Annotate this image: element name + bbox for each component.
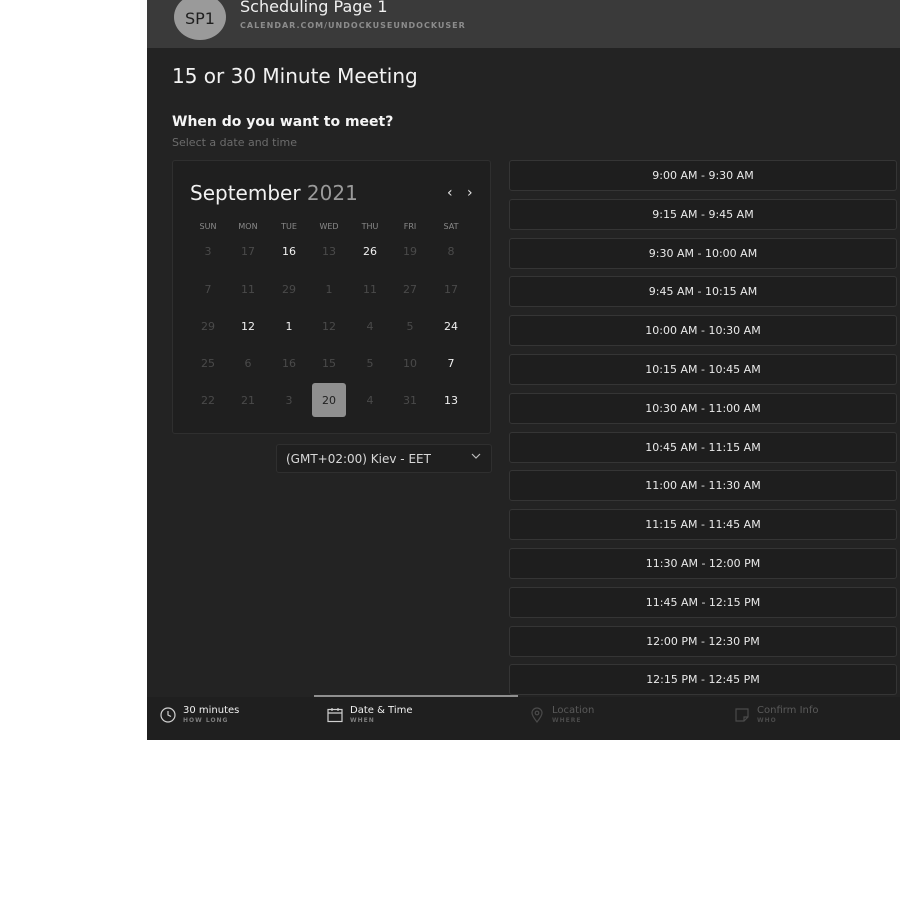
calendar-day: 8 bbox=[447, 244, 455, 258]
calendar-day: 3 bbox=[285, 393, 293, 407]
calendar-month-label: September 2021 bbox=[190, 181, 358, 205]
step-title: 30 minutes bbox=[183, 705, 240, 716]
calendar-day: 6 bbox=[244, 356, 252, 370]
time-slot-button[interactable]: 10:15 AM - 10:45 AM bbox=[509, 354, 897, 385]
time-slot-button[interactable]: 9:30 AM - 10:00 AM bbox=[509, 237, 897, 269]
calendar-icon bbox=[327, 707, 343, 722]
calendar-day[interactable]: 7 bbox=[434, 346, 468, 380]
step-title: Location bbox=[552, 705, 595, 716]
scheduling-app: SP1 Scheduling Page 1 CALENDAR.COM/UNDOC… bbox=[147, 0, 900, 740]
weekday-label: WED bbox=[319, 222, 339, 231]
question-subtitle: Select a date and time bbox=[172, 136, 298, 149]
calendar-day: 13 bbox=[322, 244, 336, 258]
weekday-label: SUN bbox=[199, 222, 217, 231]
calendar-day[interactable]: 16 bbox=[272, 234, 306, 268]
time-slot-button[interactable]: 10:00 AM - 10:30 AM bbox=[509, 315, 897, 347]
calendar-day: 22 bbox=[201, 393, 215, 407]
calendar-day: 15 bbox=[322, 356, 336, 370]
header: SP1 Scheduling Page 1 CALENDAR.COM/UNDOC… bbox=[147, 0, 900, 48]
meeting-title: 15 or 30 Minute Meeting bbox=[172, 64, 418, 88]
year-name: 2021 bbox=[306, 181, 358, 205]
calendar-day: 11 bbox=[241, 282, 255, 296]
clock-icon bbox=[160, 706, 176, 723]
step-title: Confirm Info bbox=[757, 705, 819, 716]
step-duration[interactable]: 30 minutes HOW LONG bbox=[159, 705, 239, 724]
calendar-day[interactable]: 12 bbox=[231, 309, 265, 343]
calendar: September 2021 ‹ › SUN MON TUE WED THU FRI SAT… bbox=[172, 160, 491, 434]
calendar-day: 21 bbox=[241, 393, 255, 407]
step-subtitle: WHEN bbox=[350, 717, 375, 724]
chevron-right-icon: › bbox=[467, 185, 473, 201]
page-name: Scheduling Page 1 bbox=[240, 0, 388, 16]
page-url: CALENDAR.COM/UNDOCKUSEUNDOCKUSER bbox=[240, 21, 466, 30]
chevron-down-icon bbox=[470, 450, 482, 465]
step-subtitle: WHERE bbox=[552, 717, 582, 724]
calendar-day: 11 bbox=[363, 282, 377, 296]
note-icon bbox=[735, 707, 749, 722]
time-slot-button[interactable]: 11:45 AM - 12:15 PM bbox=[509, 586, 897, 618]
calendar-day: 19 bbox=[403, 244, 417, 258]
step-confirm-info[interactable]: Confirm Info WHO bbox=[733, 705, 819, 724]
avatar: SP1 bbox=[174, 0, 226, 40]
chevron-left-icon: ‹ bbox=[447, 185, 453, 201]
calendar-day[interactable]: 24 bbox=[434, 309, 468, 343]
time-slot-button[interactable]: 10:30 AM - 11:00 AM bbox=[509, 392, 897, 424]
calendar-day: 16 bbox=[282, 356, 296, 370]
calendar-day[interactable]: 26 bbox=[353, 234, 387, 268]
calendar-day: 5 bbox=[366, 356, 374, 370]
timezone-select[interactable]: (GMT+02:00) Kiev - EET bbox=[276, 444, 492, 473]
time-slot-button[interactable]: 12:00 PM - 12:30 PM bbox=[509, 625, 897, 657]
calendar-day: 4 bbox=[366, 393, 374, 407]
step-subtitle: HOW LONG bbox=[183, 717, 229, 724]
calendar-day: 12 bbox=[322, 319, 336, 333]
timezone-label: (GMT+02:00) Kiev - EET bbox=[286, 452, 431, 466]
time-slot-button[interactable]: 11:00 AM - 11:30 AM bbox=[509, 470, 897, 502]
next-month-button[interactable]: › bbox=[467, 185, 473, 201]
step-footer: 30 minutes HOW LONG Date & Time WHEN Loc… bbox=[147, 697, 900, 740]
time-slot-button[interactable]: 9:00 AM - 9:30 AM bbox=[509, 160, 897, 191]
calendar-day: 29 bbox=[282, 282, 296, 296]
question-heading: When do you want to meet? bbox=[172, 114, 394, 130]
calendar-day[interactable]: 1 bbox=[272, 309, 306, 343]
calendar-day: 3 bbox=[204, 244, 212, 258]
calendar-day: 29 bbox=[201, 319, 215, 333]
time-slot-button[interactable]: 11:15 AM - 11:45 AM bbox=[509, 509, 897, 541]
weekday-label: THU bbox=[361, 222, 379, 231]
weekday-label: SAT bbox=[443, 222, 459, 231]
month-name: September bbox=[190, 181, 301, 205]
calendar-day: 7 bbox=[204, 282, 212, 296]
calendar-day: 1 bbox=[325, 282, 333, 296]
weekday-label: TUE bbox=[281, 222, 297, 231]
calendar-day: 31 bbox=[403, 393, 417, 407]
calendar-day: 25 bbox=[201, 356, 215, 370]
calendar-day: 17 bbox=[241, 244, 255, 258]
time-slot-button[interactable]: 10:45 AM - 11:15 AM bbox=[509, 431, 897, 463]
calendar-day: 10 bbox=[403, 356, 417, 370]
time-slot-button[interactable]: 9:15 AM - 9:45 AM bbox=[509, 198, 897, 230]
step-title: Date & Time bbox=[350, 705, 413, 716]
calendar-day-selected[interactable]: 20 bbox=[312, 383, 346, 417]
step-date-time[interactable]: Date & Time WHEN bbox=[326, 705, 413, 724]
calendar-day[interactable]: 13 bbox=[434, 383, 468, 417]
weekday-label: MON bbox=[238, 222, 258, 231]
time-slot-button[interactable]: 12:15 PM - 12:45 PM bbox=[509, 664, 897, 696]
time-slot-button[interactable]: 9:45 AM - 10:15 AM bbox=[509, 276, 897, 308]
calendar-day: 4 bbox=[366, 319, 374, 333]
step-location[interactable]: Location WHERE bbox=[528, 705, 594, 724]
calendar-day: 17 bbox=[444, 282, 458, 296]
weekday-label: FRI bbox=[403, 222, 417, 231]
time-slot-button[interactable]: 11:30 AM - 12:00 PM bbox=[509, 548, 897, 579]
calendar-day: 5 bbox=[406, 319, 414, 333]
step-subtitle: WHO bbox=[757, 717, 777, 724]
prev-month-button[interactable]: ‹ bbox=[447, 185, 453, 201]
calendar-day: 27 bbox=[403, 282, 417, 296]
location-pin-icon bbox=[531, 706, 543, 723]
